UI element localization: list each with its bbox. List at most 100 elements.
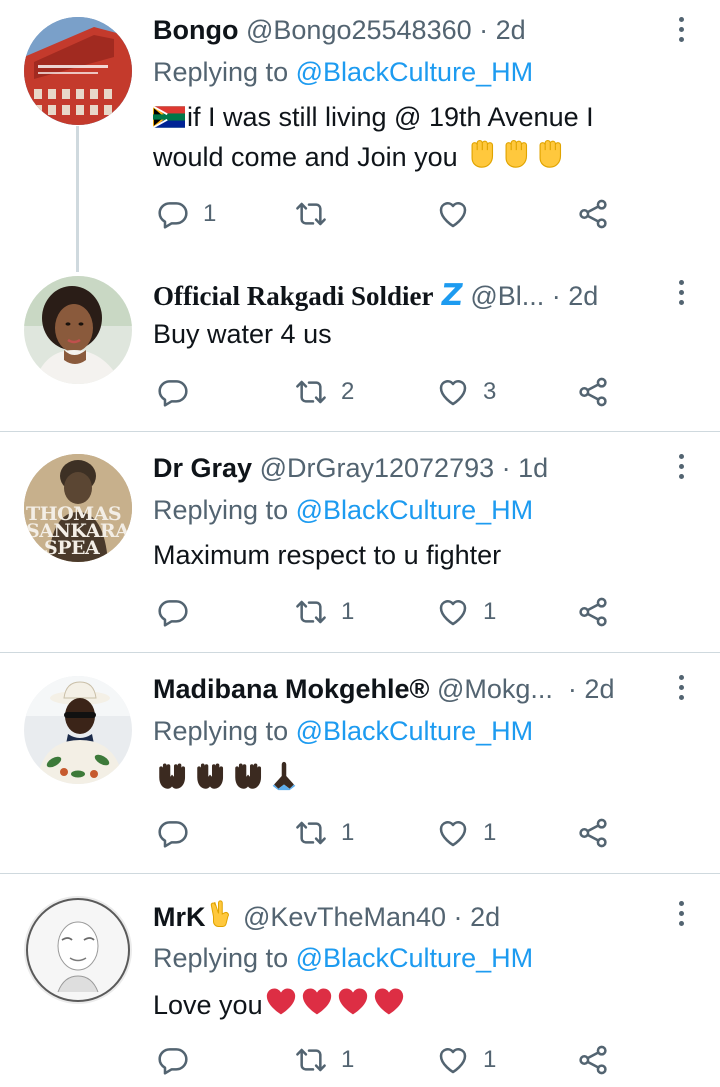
- raised-fist-icon: [533, 136, 567, 170]
- tweet[interactable]: MrK @KevTheMan40 · 2d Replying to @Black…: [0, 874, 720, 1087]
- tweet-text-line: Love you: [153, 990, 263, 1020]
- like-count: 1: [483, 1046, 497, 1073]
- reply-button[interactable]: 1: [157, 194, 216, 234]
- like-button[interactable]: 1: [437, 813, 496, 853]
- more-icon[interactable]: [676, 454, 686, 484]
- share-icon: [577, 198, 609, 230]
- like-button[interactable]: 1: [437, 592, 496, 632]
- avatar[interactable]: [24, 276, 132, 384]
- retweet-count: 1: [341, 1046, 355, 1073]
- more-icon[interactable]: [676, 675, 686, 705]
- display-name[interactable]: Dr Gray: [153, 453, 252, 483]
- display-name[interactable]: Madibana Mokgehle®: [153, 674, 429, 704]
- mention-link[interactable]: @BlackCulture_HM: [296, 716, 533, 746]
- share-button[interactable]: [577, 592, 609, 632]
- timestamp[interactable]: 2d: [568, 281, 598, 311]
- tweet-text: Buy water 4 us: [153, 315, 660, 353]
- tweet[interactable]: THOMAS SANKARA SPEA Dr Gray @DrGray12072…: [0, 432, 720, 652]
- mention-link[interactable]: @BlackCulture_HM: [296, 495, 533, 525]
- raised-hands-icon: [191, 759, 229, 793]
- tweet-header: Dr Gray @DrGray12072793 · 1d: [153, 450, 660, 486]
- timestamp[interactable]: 1d: [518, 453, 548, 483]
- mention-link[interactable]: @BlackCulture_HM: [296, 943, 533, 973]
- reply-icon: [157, 198, 189, 230]
- user-handle[interactable]: @Bongo25548360: [246, 15, 472, 45]
- retweet-button[interactable]: 1: [295, 813, 354, 853]
- raised-hands-icon: [153, 759, 191, 793]
- tweet[interactable]: Official Rakgadi Soldier Z @Bl... · 2d B…: [0, 268, 720, 431]
- share-icon: [577, 817, 609, 849]
- user-handle[interactable]: @Mokg...: [437, 674, 553, 704]
- replying-to: Replying to @BlackCulture_HM: [153, 54, 533, 90]
- share-icon: [577, 376, 609, 408]
- like-icon: [437, 376, 469, 408]
- replying-label: Replying to: [153, 495, 289, 525]
- reply-button[interactable]: [157, 813, 203, 853]
- like-icon: [437, 1044, 469, 1076]
- timestamp[interactable]: 2d: [496, 15, 526, 45]
- raised-hands-icon: [229, 759, 267, 793]
- like-button[interactable]: 3: [437, 372, 496, 412]
- replying-label: Replying to: [153, 943, 289, 973]
- retweet-count: 2: [341, 378, 355, 405]
- share-button[interactable]: [577, 372, 609, 412]
- tweet-text-line: if I was still living @ 19th Avenue I: [187, 102, 594, 132]
- like-button[interactable]: [437, 194, 483, 234]
- more-icon[interactable]: [676, 280, 686, 310]
- action-bar: 1: [153, 194, 633, 234]
- retweet-icon: [295, 198, 327, 230]
- raised-fist-icon: [499, 136, 533, 170]
- z-badge-icon: Z: [438, 278, 466, 313]
- reply-icon: [157, 817, 189, 849]
- display-name[interactable]: Bongo: [153, 15, 238, 45]
- separator-dot: ·: [551, 281, 561, 311]
- like-count: 3: [483, 378, 497, 405]
- tweet[interactable]: Madibana Mokgehle® @Mokg... · 2d Replyin…: [0, 653, 720, 873]
- avatar[interactable]: [24, 676, 132, 784]
- retweet-icon: [295, 596, 327, 628]
- like-count: 1: [483, 819, 497, 846]
- like-button[interactable]: 1: [437, 1040, 496, 1080]
- separator-dot: ·: [479, 15, 489, 45]
- avatar[interactable]: [24, 17, 132, 125]
- retweet-icon: [295, 376, 327, 408]
- tweet-text: Maximum respect to u fighter: [153, 536, 660, 574]
- retweet-button[interactable]: 2: [295, 372, 354, 412]
- avatar[interactable]: [24, 896, 132, 1004]
- reply-button[interactable]: [157, 592, 203, 632]
- retweet-button[interactable]: 1: [295, 592, 354, 632]
- timestamp[interactable]: 2d: [470, 902, 500, 932]
- tweet-text: Love you: [153, 984, 660, 1024]
- more-icon[interactable]: [676, 17, 686, 47]
- red-heart-icon: [335, 984, 371, 1018]
- tweet-header: Madibana Mokgehle® @Mokg... · 2d: [153, 671, 660, 707]
- share-button[interactable]: [577, 194, 609, 234]
- reply-button[interactable]: [157, 372, 203, 412]
- more-icon[interactable]: [676, 901, 686, 931]
- raised-fist-icon: [465, 136, 499, 170]
- reply-button[interactable]: [157, 1040, 203, 1080]
- replying-to: Replying to @BlackCulture_HM: [153, 713, 533, 749]
- reply-icon: [157, 596, 189, 628]
- retweet-button[interactable]: 1: [295, 1040, 354, 1080]
- action-bar: 1 1: [153, 592, 633, 632]
- display-name[interactable]: Official Rakgadi Soldier: [153, 281, 434, 311]
- replying-to: Replying to @BlackCulture_HM: [153, 492, 533, 528]
- reply-icon: [157, 1044, 189, 1076]
- avatar[interactable]: THOMAS SANKARA SPEA: [24, 454, 132, 562]
- user-handle[interactable]: @Bl...: [470, 281, 544, 311]
- like-icon: [437, 198, 469, 230]
- user-handle[interactable]: @KevTheMan40: [243, 902, 446, 932]
- tweet-text-line: Buy water 4 us: [153, 319, 332, 349]
- share-button[interactable]: [577, 1040, 609, 1080]
- red-heart-icon: [299, 984, 335, 1018]
- user-handle[interactable]: @DrGray12072793: [260, 453, 495, 483]
- tweet[interactable]: Bongo @Bongo25548360 · 2d Replying to @B…: [0, 0, 720, 272]
- display-name[interactable]: MrK: [153, 902, 206, 932]
- mention-link[interactable]: @BlackCulture_HM: [296, 57, 533, 87]
- retweet-button[interactable]: [295, 194, 341, 234]
- share-button[interactable]: [577, 813, 609, 853]
- timestamp[interactable]: 2d: [584, 674, 614, 704]
- like-count: 1: [483, 598, 497, 625]
- share-icon: [577, 1044, 609, 1076]
